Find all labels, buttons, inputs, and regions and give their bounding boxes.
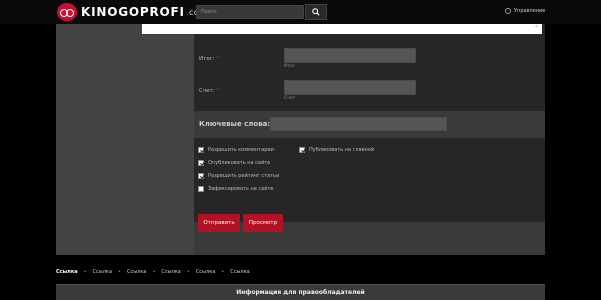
checkbox-label: Опубликовать на сайте — [208, 160, 271, 166]
footer-link[interactable]: Ссылка — [196, 269, 215, 275]
checkbox-box[interactable] — [198, 173, 204, 179]
footer-sep: • — [152, 269, 156, 275]
checkbox-box[interactable] — [198, 160, 204, 166]
footer-link[interactable]: Ссылка — [161, 269, 180, 275]
preview-button[interactable]: Просмотр — [243, 214, 283, 232]
logo-text: KINOGOPROFI — [81, 5, 185, 19]
account-input[interactable] — [284, 80, 416, 95]
checkbox-label: Разрешить рейтинг статьи — [208, 173, 280, 179]
checkbox-allow-comments[interactable]: Разрешить комментарии — [198, 147, 274, 153]
gear-icon — [505, 8, 511, 14]
keywords-input[interactable] — [270, 117, 447, 131]
rights-holder-title: Информация для правообладателей — [236, 289, 365, 296]
checkbox-publish-main[interactable]: Публиковать на главной — [299, 147, 374, 153]
manage-link[interactable]: Управление — [505, 8, 545, 14]
rights-holder-bar[interactable]: Информация для правообладателей — [56, 284, 545, 300]
required-mark: * — [216, 88, 220, 94]
total-hint: Итог — [284, 64, 296, 69]
checkbox-publish-site[interactable]: Опубликовать на сайте — [198, 160, 270, 166]
search-input[interactable]: Поиск — [196, 5, 304, 19]
keywords-label: Ключевые слова: — [199, 120, 271, 128]
top-header: KINOGOPROFI .COM Поиск Управление — [0, 0, 601, 24]
glasses-logo-icon — [57, 3, 77, 21]
total-label: Итог: * — [199, 56, 219, 62]
editor-bar[interactable]: ⌃ — [142, 24, 542, 34]
total-label-text: Итог: — [199, 56, 215, 62]
account-label: Счет: * — [199, 88, 219, 94]
footer-links: Ссылка • Ссылка • Ссылка • Ссылка • Ссыл… — [56, 269, 250, 275]
footer-sep: • — [83, 269, 87, 275]
footer-link[interactable]: Ссылка — [230, 269, 249, 275]
checkbox-allow-rating[interactable]: Разрешить рейтинг статьи — [198, 173, 279, 179]
site-logo[interactable]: KINOGOPROFI .COM — [57, 3, 205, 21]
scroll-arrow-icon[interactable]: ⌃ — [534, 25, 539, 32]
account-hint: Счет — [284, 96, 296, 101]
search-icon — [312, 8, 320, 16]
total-input[interactable] — [284, 48, 416, 63]
checkbox-box[interactable] — [299, 147, 305, 153]
checkbox-pin-site[interactable]: Зафиксировать на сайте — [198, 186, 273, 192]
submit-button[interactable]: Отправить — [198, 214, 240, 232]
footer-link[interactable]: Ссылка — [93, 269, 112, 275]
search-button[interactable] — [305, 4, 327, 20]
footer-link[interactable]: Ссылка — [56, 269, 78, 275]
manage-label: Управление — [514, 8, 546, 14]
account-label-text: Счет: — [199, 88, 215, 94]
footer-sep: • — [118, 269, 121, 275]
left-column — [56, 24, 194, 255]
checkbox-label: Разрешить комментарии — [208, 147, 274, 153]
footer-sep: • — [186, 269, 190, 275]
required-mark: * — [216, 56, 220, 62]
footer-sep: • — [221, 269, 225, 275]
checkbox-label: Публиковать на главной — [309, 147, 375, 153]
checkbox-label: Зафиксировать на сайте — [208, 186, 274, 192]
checkbox-box[interactable] — [198, 186, 204, 192]
footer-link[interactable]: Ссылка — [127, 269, 146, 275]
checkbox-box[interactable] — [198, 147, 204, 153]
